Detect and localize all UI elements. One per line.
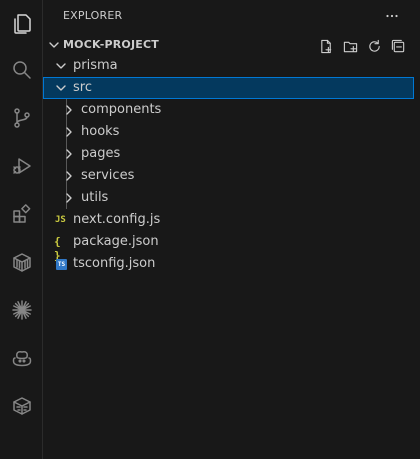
source-control-button[interactable] (0, 94, 43, 142)
extensions-icon (12, 204, 30, 223)
run-debug-button[interactable] (0, 142, 43, 190)
tree-item-label: tsconfig.json (73, 256, 156, 271)
run-debug-icon (12, 158, 31, 174)
refresh-icon (368, 39, 380, 52)
explorer-button[interactable] (0, 0, 43, 48)
tree-item-utils[interactable]: utils (43, 187, 414, 209)
chevron-right-icon (61, 168, 77, 184)
project-name: MOCK-PROJECT (63, 38, 159, 51)
files-icon (13, 14, 31, 34)
tree-item-components[interactable]: components (43, 99, 414, 121)
search-button[interactable] (0, 46, 43, 94)
tree-item-label: services (81, 168, 135, 183)
tree-item-label: hooks (81, 124, 120, 139)
project-section-header[interactable]: MOCK-PROJECT (43, 34, 420, 56)
sparkle-button[interactable] (0, 286, 43, 334)
source-control-icon (13, 108, 30, 128)
tree-item-label: src (73, 80, 92, 95)
new-file-button[interactable] (316, 36, 336, 56)
chevron-down-icon (46, 37, 62, 53)
tree-item-label: pages (81, 146, 121, 161)
chevron-down-icon (53, 80, 69, 96)
copilot-icon (12, 351, 31, 367)
tree-item-prisma[interactable]: prisma (43, 55, 414, 77)
file-tree: prisma src components hooks pages servic… (43, 55, 420, 275)
collapse-all-icon (391, 39, 404, 52)
tree-item-label: utils (81, 190, 109, 205)
tree-item-label: next.config.js (73, 212, 161, 227)
new-file-icon (320, 39, 331, 53)
chevron-down-icon (53, 58, 69, 74)
tree-item-next-config[interactable]: JS next.config.js (43, 209, 414, 231)
javascript-file-icon: JS (55, 215, 66, 225)
explorer-sidebar: EXPLORER MOCK-PROJECT prisma src compone… (43, 0, 420, 459)
chevron-right-icon (61, 146, 77, 162)
sparkle-icon (11, 300, 32, 320)
containers-button[interactable] (0, 238, 43, 286)
tree-item-tsconfig[interactable]: TS tsconfig.json (43, 253, 414, 275)
activity-bar (0, 0, 43, 459)
collapse-all-button[interactable] (388, 36, 408, 56)
chevron-right-icon (61, 190, 77, 206)
extensions-button[interactable] (0, 190, 43, 238)
more-actions-button[interactable] (382, 6, 402, 26)
section-actions (316, 36, 408, 56)
tree-item-label: package.json (73, 234, 159, 249)
tree-item-src[interactable]: src (43, 77, 414, 99)
typescript-file-icon: TS (56, 259, 67, 270)
chevron-right-icon (61, 102, 77, 118)
sidebar-title: EXPLORER (63, 9, 123, 22)
copilot-button[interactable] (0, 334, 43, 382)
tree-item-label: components (81, 102, 162, 117)
tree-item-pages[interactable]: pages (43, 143, 414, 165)
new-folder-icon (343, 41, 357, 52)
ellipsis-icon (386, 14, 398, 18)
docker-icon (12, 397, 31, 415)
search-icon (12, 61, 31, 79)
containers-icon (12, 253, 31, 272)
tree-item-services[interactable]: services (43, 165, 414, 187)
refresh-button[interactable] (364, 36, 384, 56)
chevron-right-icon (61, 124, 77, 140)
tree-item-label: prisma (73, 58, 118, 73)
docker-button[interactable] (0, 382, 43, 430)
new-folder-button[interactable] (340, 36, 360, 56)
tree-item-hooks[interactable]: hooks (43, 121, 414, 143)
json-file-icon: { } (54, 235, 61, 262)
tree-item-package-json[interactable]: { } package.json (43, 231, 414, 262)
